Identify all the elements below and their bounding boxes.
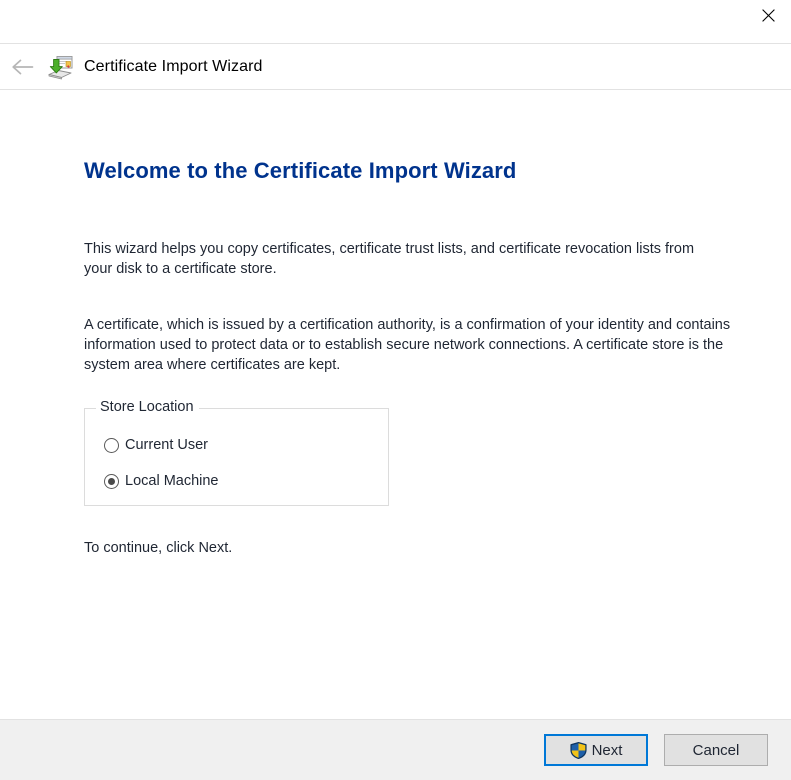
page-title: Welcome to the Certificate Import Wizard [84, 158, 517, 183]
next-button[interactable]: Next [544, 734, 648, 766]
back-button[interactable] [6, 50, 40, 84]
intro-paragraph-2: A certificate, which is issued by a cert… [84, 317, 731, 373]
back-arrow-icon [12, 59, 34, 74]
radio-local-machine[interactable]: Local Machine [104, 471, 219, 491]
store-location-legend: Store Location [96, 399, 199, 415]
footer-bar: Next Cancel [0, 719, 791, 780]
intro-paragraph-1: This wizard helps you copy certificates,… [84, 241, 695, 277]
radio-local-machine-label: Local Machine [125, 473, 219, 489]
navigation-bar: Certificate Import Wizard [0, 43, 791, 90]
wizard-content: Welcome to the Certificate Import Wizard… [0, 90, 791, 719]
certificate-import-wizard-window: Certificate Import Wizard Welcome to the… [0, 0, 791, 780]
radio-button-selected-icon [104, 473, 119, 489]
radio-current-user[interactable]: Current User [104, 435, 208, 455]
next-button-label: Next [591, 741, 623, 759]
certificate-import-icon [46, 53, 74, 81]
radio-current-user-label: Current User [125, 437, 208, 453]
title-bar [0, 0, 791, 43]
cancel-button-label: Cancel [692, 741, 740, 759]
store-location-group: Store Location Current User Local Machin… [84, 399, 389, 506]
radio-button-icon [104, 437, 119, 453]
close-icon [761, 9, 775, 22]
window-title: Certificate Import Wizard [84, 57, 263, 75]
uac-shield-icon [570, 741, 587, 759]
continue-instruction: To continue, click Next. [84, 540, 233, 556]
close-button[interactable] [745, 0, 791, 31]
cancel-button[interactable]: Cancel [664, 734, 768, 766]
